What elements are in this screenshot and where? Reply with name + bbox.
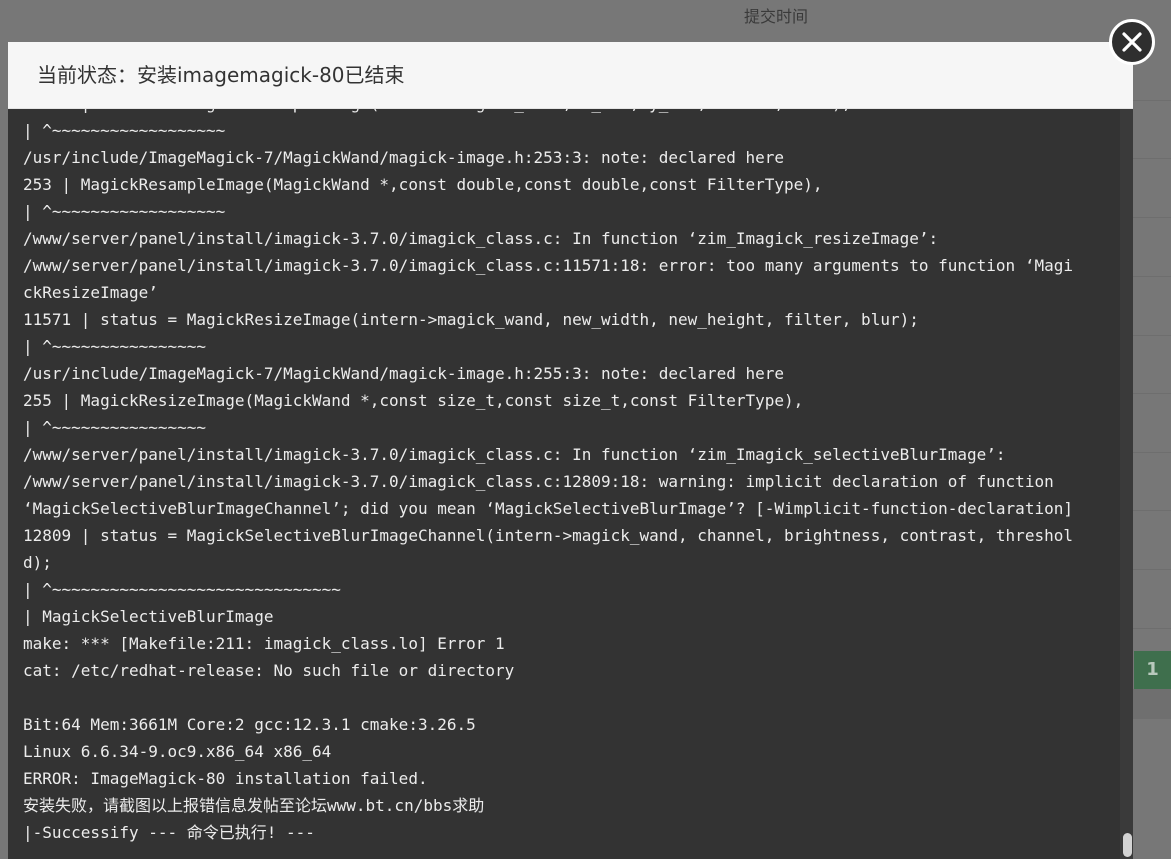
terminal-line: ckResizeImage’ (23, 283, 158, 302)
terminal-line: ERROR: ImageMagick-80 installation faile… (23, 769, 428, 788)
modal-title: 当前状态：安装imagemagick-80已结束 (37, 63, 405, 87)
row-divider (1133, 100, 1171, 101)
terminal-line: |-Successify --- 命令已执行! --- (23, 823, 315, 842)
terminal-line: make: *** [Makefile:211: imagick_class.l… (23, 634, 505, 653)
terminal-line: d); (23, 553, 52, 572)
row-divider (1133, 510, 1171, 511)
terminal-line: 安装失败，请截图以上报错信息发帖至论坛www.bt.cn/bbs求助 (23, 796, 485, 815)
row-divider (1133, 158, 1171, 159)
terminal-line: | ^~~~~~~~~~~~~~~~~ (23, 418, 207, 437)
terminal-line: Linux 6.6.34-9.oc9.x86_64 x86_64 (23, 742, 332, 761)
modal-header: 当前状态：安装imagemagick-80已结束 (8, 42, 1133, 109)
terminal-line: 12809 | status = MagickSelectiveBlurImag… (23, 526, 1073, 545)
terminal-line: | ^~~~~~~~~~~~~~~~~ (23, 337, 207, 356)
row-divider (1133, 335, 1171, 336)
scrollbar-thumb[interactable] (1123, 833, 1132, 857)
terminal-line: /usr/include/ImageMagick-7/MagickWand/ma… (23, 148, 784, 167)
terminal-line: Bit:64 Mem:3661M Core:2 gcc:12.3.1 cmake… (23, 715, 476, 734)
terminal-line: cat: /etc/redhat-release: No such file o… (23, 661, 515, 680)
terminal-line: /www/server/panel/install/imagick-3.7.0/… (23, 229, 939, 248)
terminal-line: /usr/include/ImageMagick-7/MagickWand/ma… (23, 364, 784, 383)
row-divider (1133, 276, 1171, 277)
close-icon (1122, 32, 1142, 52)
column-header-submit-time: 提交时间 (744, 7, 809, 26)
row-divider (1133, 393, 1171, 394)
terminal-line: ‘MagickSelectiveBlurImageChannel’; did y… (23, 499, 1073, 518)
terminal-line: | MagickSelectiveBlurImage (23, 607, 274, 626)
terminal-line: 255 | MagickResizeImage(MagickWand *,con… (23, 391, 804, 410)
terminal-line: /www/server/panel/install/imagick-3.7.0/… (23, 472, 1054, 491)
row-divider (1133, 628, 1171, 629)
scrollbar[interactable] (1120, 108, 1133, 859)
row-divider (1133, 569, 1171, 570)
terminal-line: | ^~~~~~~~~~~~~~~~~~~ (23, 121, 226, 140)
terminal-line: /www/server/panel/install/imagick-3.7.0/… (23, 445, 1006, 464)
terminal-line: /www/server/panel/install/imagick-3.7.0/… (23, 256, 1073, 275)
terminal-line: 11571 | status = MagickResizeImage(inter… (23, 310, 919, 329)
terminal-line: 253 | MagickResampleImage(MagickWand *,c… (23, 175, 823, 194)
terminal-line: | ^~~~~~~~~~~~~~~~~~~~~~~~~~~~~~~ (23, 580, 341, 599)
pagination-strip (1133, 689, 1171, 719)
pagination-page-button[interactable]: 1 (1134, 651, 1171, 689)
close-button[interactable] (1109, 19, 1155, 65)
row-divider (1133, 217, 1171, 218)
install-status-modal: 当前状态：安装imagemagick-80已结束 11570 | status … (8, 42, 1133, 859)
terminal-output[interactable]: 11570 | status = MagickResampleImage(int… (8, 98, 1120, 859)
terminal-line: | ^~~~~~~~~~~~~~~~~~~ (23, 202, 226, 221)
row-divider (1133, 452, 1171, 453)
